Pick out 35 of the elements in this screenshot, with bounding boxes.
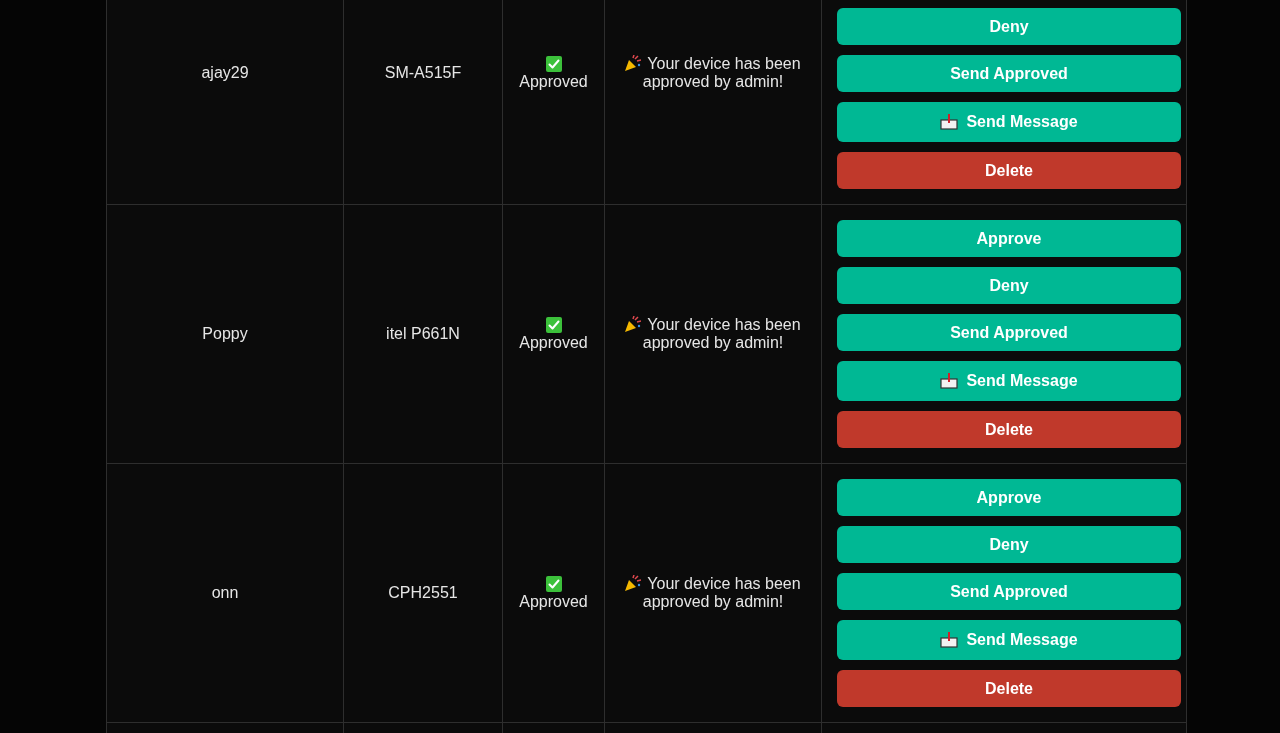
check-icon [545, 575, 562, 592]
table-cell: Poppy [106, 204, 344, 464]
table-cell: CPH2551 [343, 463, 503, 723]
table-cell: itel P661N [343, 204, 503, 464]
approve-button[interactable]: Approve [837, 479, 1181, 516]
party-popper-icon [625, 316, 642, 332]
table-cell: SM-A515F [343, 0, 503, 205]
deny-button[interactable]: Deny [837, 267, 1181, 304]
check-icon [545, 55, 562, 72]
delete-button[interactable]: Delete [837, 152, 1181, 189]
status-text: Approved [519, 72, 588, 91]
send-message-button[interactable]: Send Message [837, 102, 1181, 142]
check-icon [545, 316, 562, 333]
status-text: Approved [519, 333, 588, 352]
send-message-button[interactable]: Send Message [837, 620, 1181, 660]
tray-icon [940, 632, 959, 648]
message-text: Your device has been approved by admin! [642, 55, 801, 90]
tray-icon [940, 373, 959, 389]
table-cell: onn [106, 463, 344, 723]
deny-button[interactable]: Deny [837, 526, 1181, 563]
party-popper-icon [625, 55, 642, 71]
deny-button[interactable]: Deny [837, 8, 1181, 45]
send-message-button[interactable]: Send Message [837, 361, 1181, 401]
tray-icon [940, 114, 959, 130]
delete-button[interactable]: Delete [837, 411, 1181, 448]
status-text: Approved [519, 592, 588, 611]
message-text: Your device has been approved by admin! [642, 316, 801, 351]
message-text: Your device has been approved by admin! [642, 575, 801, 610]
table-cell: ajay29 [106, 0, 344, 205]
delete-button[interactable]: Delete [837, 670, 1181, 707]
send-approved-button[interactable]: Send Approved [837, 55, 1181, 92]
send-approved-button[interactable]: Send Approved [837, 573, 1181, 610]
approve-button[interactable]: Approve [837, 220, 1181, 257]
send-approved-button[interactable]: Send Approved [837, 314, 1181, 351]
party-popper-icon [625, 575, 642, 591]
